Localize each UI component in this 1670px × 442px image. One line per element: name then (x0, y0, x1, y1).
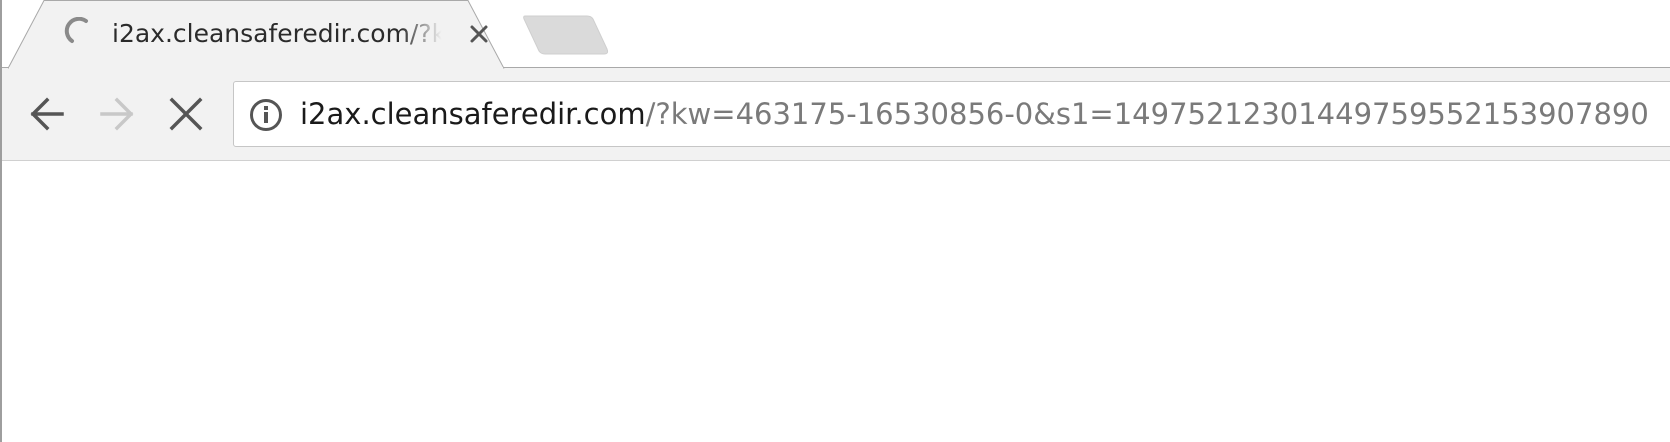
stop-x-icon (169, 97, 203, 131)
navigation-toolbar: i2ax.cleansaferedir.com/?kw=463175-16530… (0, 68, 1670, 161)
tab-strip: i2ax.cleansaferedir.com/?kw=463175-16530… (0, 0, 1670, 69)
page-content-area (0, 161, 1670, 442)
stop-button[interactable] (164, 92, 208, 136)
back-arrow-icon (30, 97, 64, 131)
address-bar[interactable]: i2ax.cleansaferedir.com/?kw=463175-16530… (233, 81, 1670, 147)
tab-close-button[interactable] (465, 20, 493, 48)
url-text[interactable]: i2ax.cleansaferedir.com/?kw=463175-16530… (300, 93, 1649, 135)
close-icon (470, 25, 488, 43)
forward-arrow-icon (100, 97, 134, 131)
info-icon[interactable] (249, 98, 283, 132)
loading-spinner-icon (64, 17, 88, 43)
tab-title-fade (400, 12, 452, 54)
window-border (0, 0, 2, 442)
url-host: i2ax.cleansaferedir.com (300, 97, 646, 131)
browser-window: i2ax.cleansaferedir.com/?kw=463175-16530… (0, 0, 1670, 442)
url-path-query: /?kw=463175-16530856-0&s1=14975212301449… (645, 97, 1649, 131)
back-button[interactable] (25, 92, 69, 136)
new-tab-icon (523, 15, 609, 55)
forward-button[interactable] (95, 92, 139, 136)
new-tab-button[interactable] (523, 14, 611, 56)
active-tab[interactable]: i2ax.cleansaferedir.com/?kw=463175-16530… (8, 0, 535, 69)
